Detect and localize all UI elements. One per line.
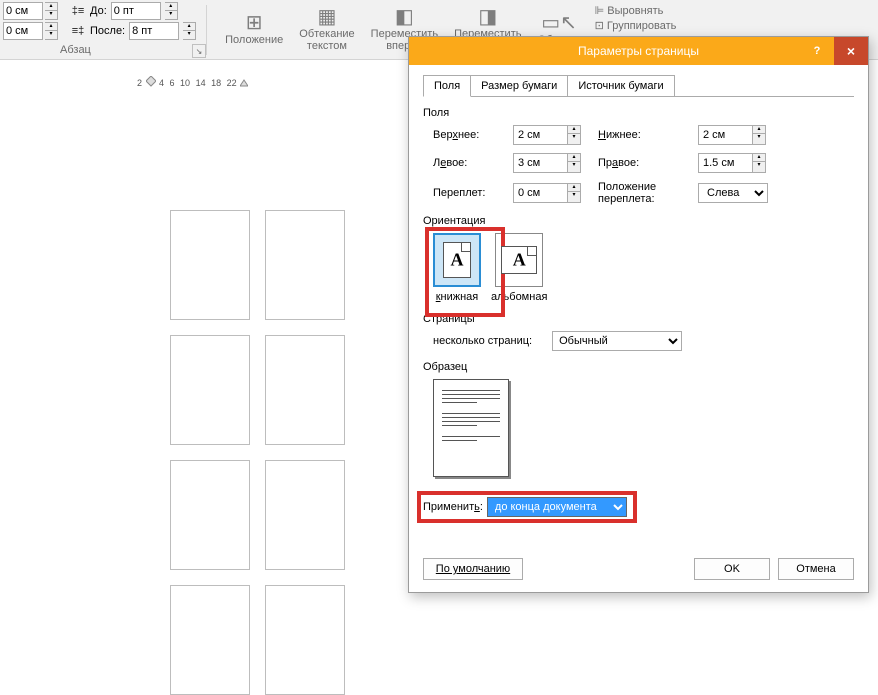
spin-buttons[interactable]: ▴▾ [165, 2, 178, 20]
page-thumb[interactable] [265, 460, 345, 570]
right-indent-marker-icon[interactable] [240, 76, 248, 90]
default-button[interactable]: По умолчанию [423, 558, 523, 580]
page-thumbnails [170, 210, 345, 695]
margin-top-input[interactable] [513, 125, 568, 145]
gutter-input[interactable] [513, 183, 568, 203]
help-button[interactable]: ? [800, 37, 834, 65]
indent-left-input[interactable] [3, 2, 43, 20]
tab-margins[interactable]: Поля [423, 75, 471, 97]
spacing-after-label: После: [90, 25, 125, 37]
spacing-before-icon: ‡≡ [70, 3, 86, 19]
selection-icon: ▭↖ [547, 10, 571, 34]
margin-bottom-input[interactable] [698, 125, 753, 145]
gutter-label: Переплет: [433, 187, 513, 199]
orientation-landscape[interactable]: A альбомная [491, 233, 547, 303]
separator [206, 5, 207, 55]
apply-to-row: Применить: до конца документа [423, 497, 854, 517]
group-button[interactable]: ⊡Группировать [595, 19, 677, 32]
wrap-label: Обтекание текстом [299, 28, 354, 52]
spacing-after-icon: ≡‡ [70, 23, 86, 39]
spacing-before-input[interactable] [111, 2, 161, 20]
preview-page-icon [433, 379, 509, 477]
dialog-title: Параметры страницы [578, 44, 699, 58]
page-thumb[interactable] [170, 210, 250, 320]
margin-bottom-label: Нижнее: [598, 129, 698, 141]
spin-buttons[interactable]: ▴▾ [568, 125, 581, 145]
landscape-icon: A [501, 246, 537, 274]
position-icon: ⊞ [242, 10, 266, 34]
close-button[interactable]: × [834, 37, 868, 65]
cancel-button[interactable]: Отмена [778, 558, 854, 580]
dialog-titlebar[interactable]: Параметры страницы ? × [409, 37, 868, 65]
paragraph-group-label: Абзац [60, 44, 91, 56]
ok-button[interactable]: OK [694, 558, 770, 580]
spin-buttons[interactable]: ▴▾ [568, 153, 581, 173]
spacing-controls: ‡≡ До: ▴▾ ≡‡ После: ▴▾ [70, 2, 196, 40]
gutter-position-label: Положение переплета: [598, 181, 698, 205]
indent-controls: ▴▾ ▴▾ [0, 2, 60, 40]
page-thumb[interactable] [170, 335, 250, 445]
orientation-portrait[interactable]: A книжная [433, 233, 481, 303]
tab-paper-source[interactable]: Источник бумаги [567, 75, 674, 96]
margin-right-input[interactable] [698, 153, 753, 173]
spacing-before-label: До: [90, 5, 107, 17]
preview-section: Образец [423, 361, 854, 477]
orientation-section-title: Ориентация [423, 215, 854, 227]
gutter-position-select[interactable]: Слева [698, 183, 768, 203]
spin-buttons[interactable]: ▴▾ [753, 153, 766, 173]
margin-left-label: Левое: [433, 157, 513, 169]
spin-buttons[interactable]: ▴▾ [183, 22, 196, 40]
margin-right-label: Правое: [598, 157, 698, 169]
page-thumb[interactable] [170, 460, 250, 570]
wrap-icon: ▦ [315, 4, 339, 28]
spin-buttons[interactable]: ▴▾ [45, 22, 58, 40]
preview-section-title: Образец [423, 361, 854, 373]
group-icon: ⊡ [595, 19, 604, 32]
margin-top-label: Верхнее: [433, 129, 513, 141]
spin-buttons[interactable]: ▴▾ [753, 125, 766, 145]
position-button[interactable]: ⊞Положение [217, 8, 291, 48]
indent-right-input[interactable] [3, 22, 43, 40]
margins-section-title: Поля [423, 107, 854, 119]
spin-buttons[interactable]: ▴▾ [568, 183, 581, 203]
dialog-body: Поля Размер бумаги Источник бумаги Поля … [409, 65, 868, 592]
spin-buttons[interactable]: ▴▾ [45, 2, 58, 20]
spacing-after-input[interactable] [129, 22, 179, 40]
multi-pages-label: несколько страниц: [433, 335, 532, 347]
pages-section: Страницы несколько страниц: Обычный [423, 313, 854, 351]
tab-paper-size[interactable]: Размер бумаги [470, 75, 568, 96]
pages-section-title: Страницы [423, 313, 854, 325]
horizontal-ruler: 2 4 6 10 14 18 22 [135, 74, 248, 92]
dialog-tabs: Поля Размер бумаги Источник бумаги [423, 75, 854, 97]
forward-icon: ◧ [392, 4, 416, 28]
indent-marker-icon[interactable] [146, 76, 156, 90]
align-button[interactable]: ⊫Выровнять [595, 4, 677, 17]
margins-section: Поля Верхнее: ▴▾ Нижнее: ▴▾ Левое: ▴▾ Пр… [423, 107, 854, 205]
wrap-text-button[interactable]: ▦Обтекание текстом [291, 2, 362, 54]
margin-left-input[interactable] [513, 153, 568, 173]
paragraph-launcher-icon[interactable]: ↘ [192, 44, 206, 58]
orientation-section: Ориентация A книжная A альбомная [423, 215, 854, 303]
apply-to-label: Применить: [423, 501, 483, 513]
page-thumb[interactable] [265, 210, 345, 320]
align-icon: ⊫ [595, 4, 605, 17]
portrait-icon: A [443, 242, 471, 278]
page-thumb[interactable] [265, 335, 345, 445]
multi-pages-select[interactable]: Обычный [552, 331, 682, 351]
apply-to-select[interactable]: до конца документа [487, 497, 627, 517]
page-setup-dialog: Параметры страницы ? × Поля Размер бумаг… [408, 36, 869, 593]
backward-icon: ◨ [476, 4, 500, 28]
